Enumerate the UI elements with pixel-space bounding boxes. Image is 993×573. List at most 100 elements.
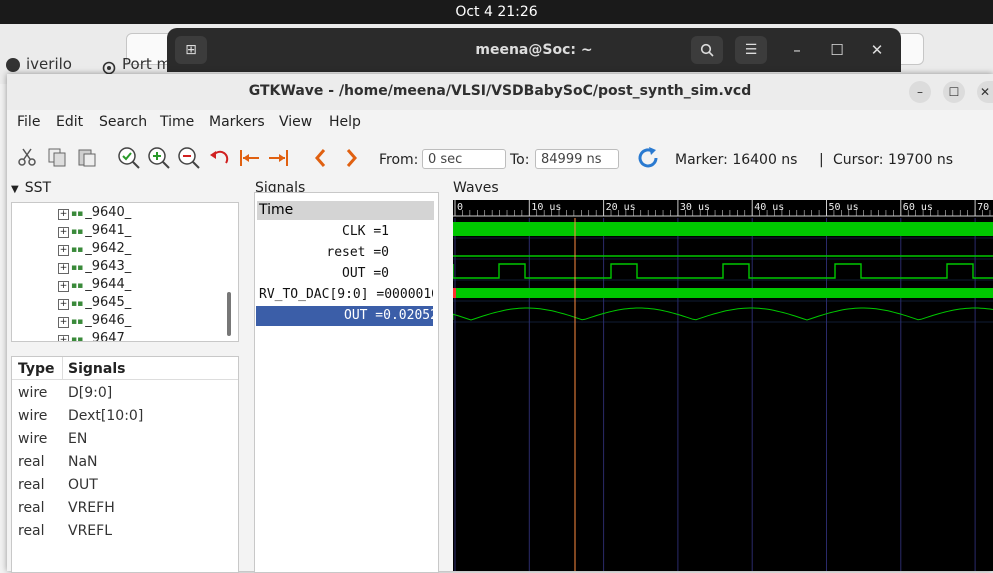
tree-item[interactable]: + ▪▪ _9640_ bbox=[58, 205, 131, 223]
menu-help[interactable]: Help bbox=[329, 114, 361, 134]
zoom-out-icon[interactable] bbox=[177, 146, 201, 170]
terminal-window[interactable]: meena@Soc: ~ ⊞ ☰ – ☐ ✕ bbox=[167, 28, 901, 72]
signal-type[interactable]: real bbox=[18, 500, 45, 516]
menu-time[interactable]: Time bbox=[160, 114, 194, 134]
triangle-down-icon: ▼ bbox=[11, 184, 19, 195]
waveform-svg[interactable]: 0 10 us 20 us 30 us 40 us 50 us 60 us 70 u bbox=[453, 200, 993, 571]
maximize-icon[interactable]: ☐ bbox=[943, 81, 965, 103]
reload-icon[interactable] bbox=[635, 145, 661, 171]
signals-column-header[interactable]: Signals bbox=[68, 361, 125, 377]
tree-item[interactable]: + ▪▪ _9643_ bbox=[58, 259, 131, 277]
tree-item[interactable]: + ▪▪ _9644_ bbox=[58, 277, 131, 295]
menu-view[interactable]: View bbox=[279, 114, 312, 134]
signal-name[interactable]: Dext[10:0] bbox=[68, 408, 143, 424]
from-input[interactable]: 0 sec bbox=[422, 149, 506, 169]
expand-icon[interactable]: + bbox=[58, 299, 69, 310]
module-icon: ▪▪ bbox=[71, 317, 84, 327]
sst-tree[interactable]: + ▪▪ _9640_ + ▪▪ _9641_ + ▪▪ _9642_ + ▪▪ _9643_ … bbox=[11, 202, 239, 342]
signal-type[interactable]: wire bbox=[18, 408, 47, 424]
column-divider bbox=[62, 357, 63, 379]
expand-icon[interactable]: + bbox=[58, 317, 69, 328]
to-label: To: bbox=[510, 152, 530, 168]
time-ruler: 0 10 us 20 us 30 us 40 us 50 us 60 us 70 u bbox=[453, 200, 993, 217]
signal-name[interactable]: VREFH bbox=[68, 500, 115, 516]
tick-label: 40 us bbox=[754, 202, 784, 213]
maximize-icon[interactable]: ☐ bbox=[823, 36, 851, 64]
gtkwave-title: GTKWave - /home/meena/VLSI/VSDBabySoC/po… bbox=[7, 74, 993, 110]
tree-item[interactable]: + ▪▪ _9645_ bbox=[58, 295, 131, 313]
clock[interactable]: Oct 4 21:26 bbox=[455, 4, 537, 20]
signal-name[interactable]: EN bbox=[68, 431, 87, 447]
tick-label: 70 u bbox=[977, 202, 993, 213]
sst-header[interactable]: ▼ SST bbox=[11, 180, 51, 196]
cut-icon[interactable] bbox=[15, 146, 39, 170]
minimize-icon[interactable]: – bbox=[783, 36, 811, 64]
signal-name[interactable]: VREFL bbox=[68, 523, 112, 539]
tree-item[interactable]: + ▪▪ _9641_ bbox=[58, 223, 131, 241]
signal-name[interactable]: OUT bbox=[68, 477, 98, 493]
clk-trace bbox=[453, 222, 993, 236]
to-input[interactable]: 84999 ns bbox=[535, 149, 619, 169]
tree-item[interactable]: + ▪▪ _9646_ bbox=[58, 313, 131, 331]
browser-tab-port[interactable]: Port m bbox=[102, 52, 171, 76]
openai-icon bbox=[102, 58, 116, 74]
expand-icon[interactable]: + bbox=[58, 209, 69, 220]
signal-row-clk[interactable]: CLK =1 bbox=[255, 222, 433, 242]
signal-type[interactable]: wire bbox=[18, 431, 47, 447]
time-row[interactable]: Time bbox=[257, 201, 434, 220]
bus-unknown-marker bbox=[453, 288, 456, 298]
chevron-right-icon[interactable] bbox=[339, 146, 363, 170]
expand-icon[interactable]: + bbox=[58, 227, 69, 238]
bus-trace bbox=[453, 288, 993, 298]
search-icon[interactable] bbox=[691, 36, 723, 64]
browser-tab-iverilog[interactable]: iverilo bbox=[6, 52, 72, 76]
zoom-fit-icon[interactable] bbox=[117, 146, 141, 170]
tree-item[interactable]: + ▪▪ _9642_ bbox=[58, 241, 131, 259]
signal-row-out-analog-selected[interactable]: OUT =0.02052 bbox=[256, 306, 433, 326]
tick-label: 50 us bbox=[829, 202, 859, 213]
undo-zoom-icon[interactable] bbox=[207, 146, 231, 170]
new-tab-icon[interactable]: ⊞ bbox=[175, 36, 207, 64]
tick-label: 30 us bbox=[680, 202, 710, 213]
zoom-to-start-icon[interactable] bbox=[237, 146, 261, 170]
signals-pane[interactable]: Time CLK =1 reset =0 OUT =0 RV_TO_DAC[9:… bbox=[254, 192, 439, 573]
signal-type[interactable]: real bbox=[18, 454, 45, 470]
expand-icon[interactable]: + bbox=[58, 263, 69, 274]
expand-icon[interactable]: + bbox=[58, 335, 69, 341]
cursor-readout: Cursor: 19700 ns bbox=[833, 152, 954, 168]
module-icon: ▪▪ bbox=[71, 245, 84, 255]
menu-bar: File Edit Search Time Markers View Help bbox=[7, 110, 993, 136]
minimize-icon[interactable]: – bbox=[909, 81, 931, 103]
close-icon[interactable]: ✕ bbox=[977, 81, 993, 103]
signal-type[interactable]: wire bbox=[18, 385, 47, 401]
out-digital-trace bbox=[453, 263, 993, 279]
expand-icon[interactable]: + bbox=[58, 281, 69, 292]
chevron-left-icon[interactable] bbox=[309, 146, 333, 170]
menu-search[interactable]: Search bbox=[99, 114, 147, 134]
menu-file[interactable]: File bbox=[17, 114, 40, 134]
signal-row-rv-to-dac[interactable]: RV_TO_DAC[9:0] =0000016 bbox=[255, 285, 433, 305]
menu-markers[interactable]: Markers bbox=[209, 114, 265, 134]
hamburger-menu-icon[interactable]: ☰ bbox=[735, 36, 767, 64]
signal-name[interactable]: NaN bbox=[68, 454, 98, 470]
system-top-bar: Oct 4 21:26 bbox=[0, 0, 993, 24]
copy-icon[interactable] bbox=[45, 146, 69, 170]
signal-row-reset[interactable]: reset =0 bbox=[255, 243, 433, 263]
module-icon: ▪▪ bbox=[71, 209, 84, 219]
signal-type[interactable]: real bbox=[18, 523, 45, 539]
zoom-in-icon[interactable] bbox=[147, 146, 171, 170]
module-icon: ▪▪ bbox=[71, 299, 84, 309]
menu-edit[interactable]: Edit bbox=[56, 114, 83, 134]
tree-item[interactable]: + ▪▪ _9647_ bbox=[58, 331, 131, 341]
zoom-to-end-icon[interactable] bbox=[267, 146, 291, 170]
gtkwave-window: GTKWave - /home/meena/VLSI/VSDBabySoC/po… bbox=[7, 74, 993, 573]
expand-icon[interactable]: + bbox=[58, 245, 69, 256]
type-column-header[interactable]: Type bbox=[18, 361, 55, 377]
signal-type[interactable]: real bbox=[18, 477, 45, 493]
signal-row-out[interactable]: OUT =0 bbox=[255, 264, 433, 284]
signal-name[interactable]: D[9:0] bbox=[68, 385, 112, 401]
paste-icon[interactable] bbox=[75, 146, 99, 170]
sst-scrollbar[interactable] bbox=[227, 292, 231, 336]
close-icon[interactable]: ✕ bbox=[863, 36, 891, 64]
waves-canvas[interactable]: 0 10 us 20 us 30 us 40 us 50 us 60 us 70 u bbox=[453, 200, 993, 571]
